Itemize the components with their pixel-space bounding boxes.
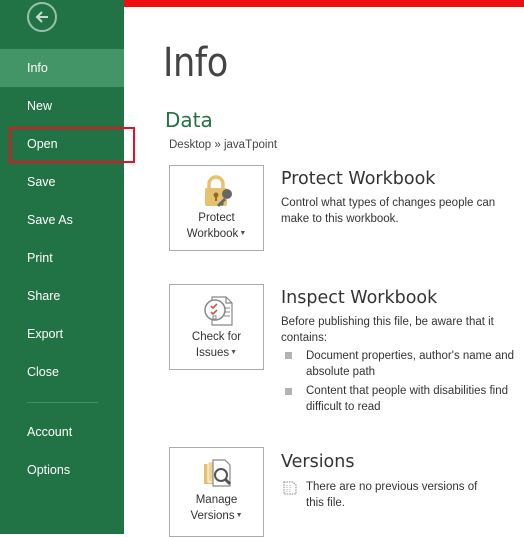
backstage-sidebar: Info New Open Save Save As Print Share E… — [0, 0, 124, 534]
nav-item-share[interactable]: Share — [0, 277, 124, 315]
manage-versions-line2: Versions — [190, 510, 235, 523]
inspect-bullet-1: Document properties, author's name and a… — [306, 350, 515, 378]
back-button[interactable] — [27, 2, 57, 32]
manage-versions-line1: Manage — [195, 494, 238, 506]
nav-item-print[interactable]: Print — [0, 239, 124, 277]
protect-workbook-line2: Workbook — [186, 228, 239, 241]
nav-item-options[interactable]: Options — [0, 451, 124, 489]
nav-item-account[interactable]: Account — [0, 413, 124, 451]
versions-title: Versions — [281, 452, 355, 472]
manage-versions-button[interactable]: Manage Versions▼ — [169, 447, 264, 537]
nav-item-new[interactable]: New — [0, 87, 124, 125]
bullet-icon — [285, 352, 292, 359]
inspect-bullet-2: Content that people with disabilities fi… — [306, 385, 509, 413]
lock-key-icon — [205, 175, 232, 207]
protect-workbook-line1: Protect — [198, 212, 235, 224]
nav-item-close[interactable]: Close — [0, 353, 124, 391]
back-arrow-icon — [35, 11, 48, 23]
protect-workbook-description: Control what types of changes people can… — [281, 197, 496, 225]
versions-description: There are no previous versions of this f… — [306, 481, 478, 509]
page-title: Info — [163, 40, 228, 86]
chevron-down-icon: ▼ — [230, 349, 238, 356]
nav-item-save-as[interactable]: Save As — [0, 201, 124, 239]
check-for-issues-line2: Issues — [195, 347, 230, 360]
inspect-workbook-title: Inspect Workbook — [281, 288, 438, 308]
manage-versions-icon — [204, 459, 232, 487]
file-path: Desktop » javaTpoint — [169, 139, 278, 151]
inspect-workbook-description: Before publishing this file, be aware th… — [281, 316, 494, 344]
nav-item-export[interactable]: Export — [0, 315, 124, 353]
nav-item-info[interactable]: Info — [0, 49, 124, 87]
top-red-bar — [124, 0, 524, 7]
document-icon — [283, 481, 297, 495]
check-for-issues-line1: Check for — [191, 331, 242, 343]
inspect-document-icon — [204, 296, 233, 326]
nav-item-save[interactable]: Save — [0, 163, 124, 201]
chevron-down-icon: ▼ — [239, 230, 247, 237]
nav-item-open[interactable]: Open — [0, 125, 124, 163]
protect-workbook-title: Protect Workbook — [281, 169, 436, 189]
check-for-issues-button[interactable]: Check for Issues▼ — [169, 284, 264, 370]
chevron-down-icon: ▼ — [235, 512, 243, 519]
bullet-icon — [285, 388, 292, 395]
protect-workbook-button[interactable]: Protect Workbook▼ — [169, 165, 264, 251]
nav-divider — [27, 402, 98, 403]
section-title: Data — [165, 108, 213, 132]
